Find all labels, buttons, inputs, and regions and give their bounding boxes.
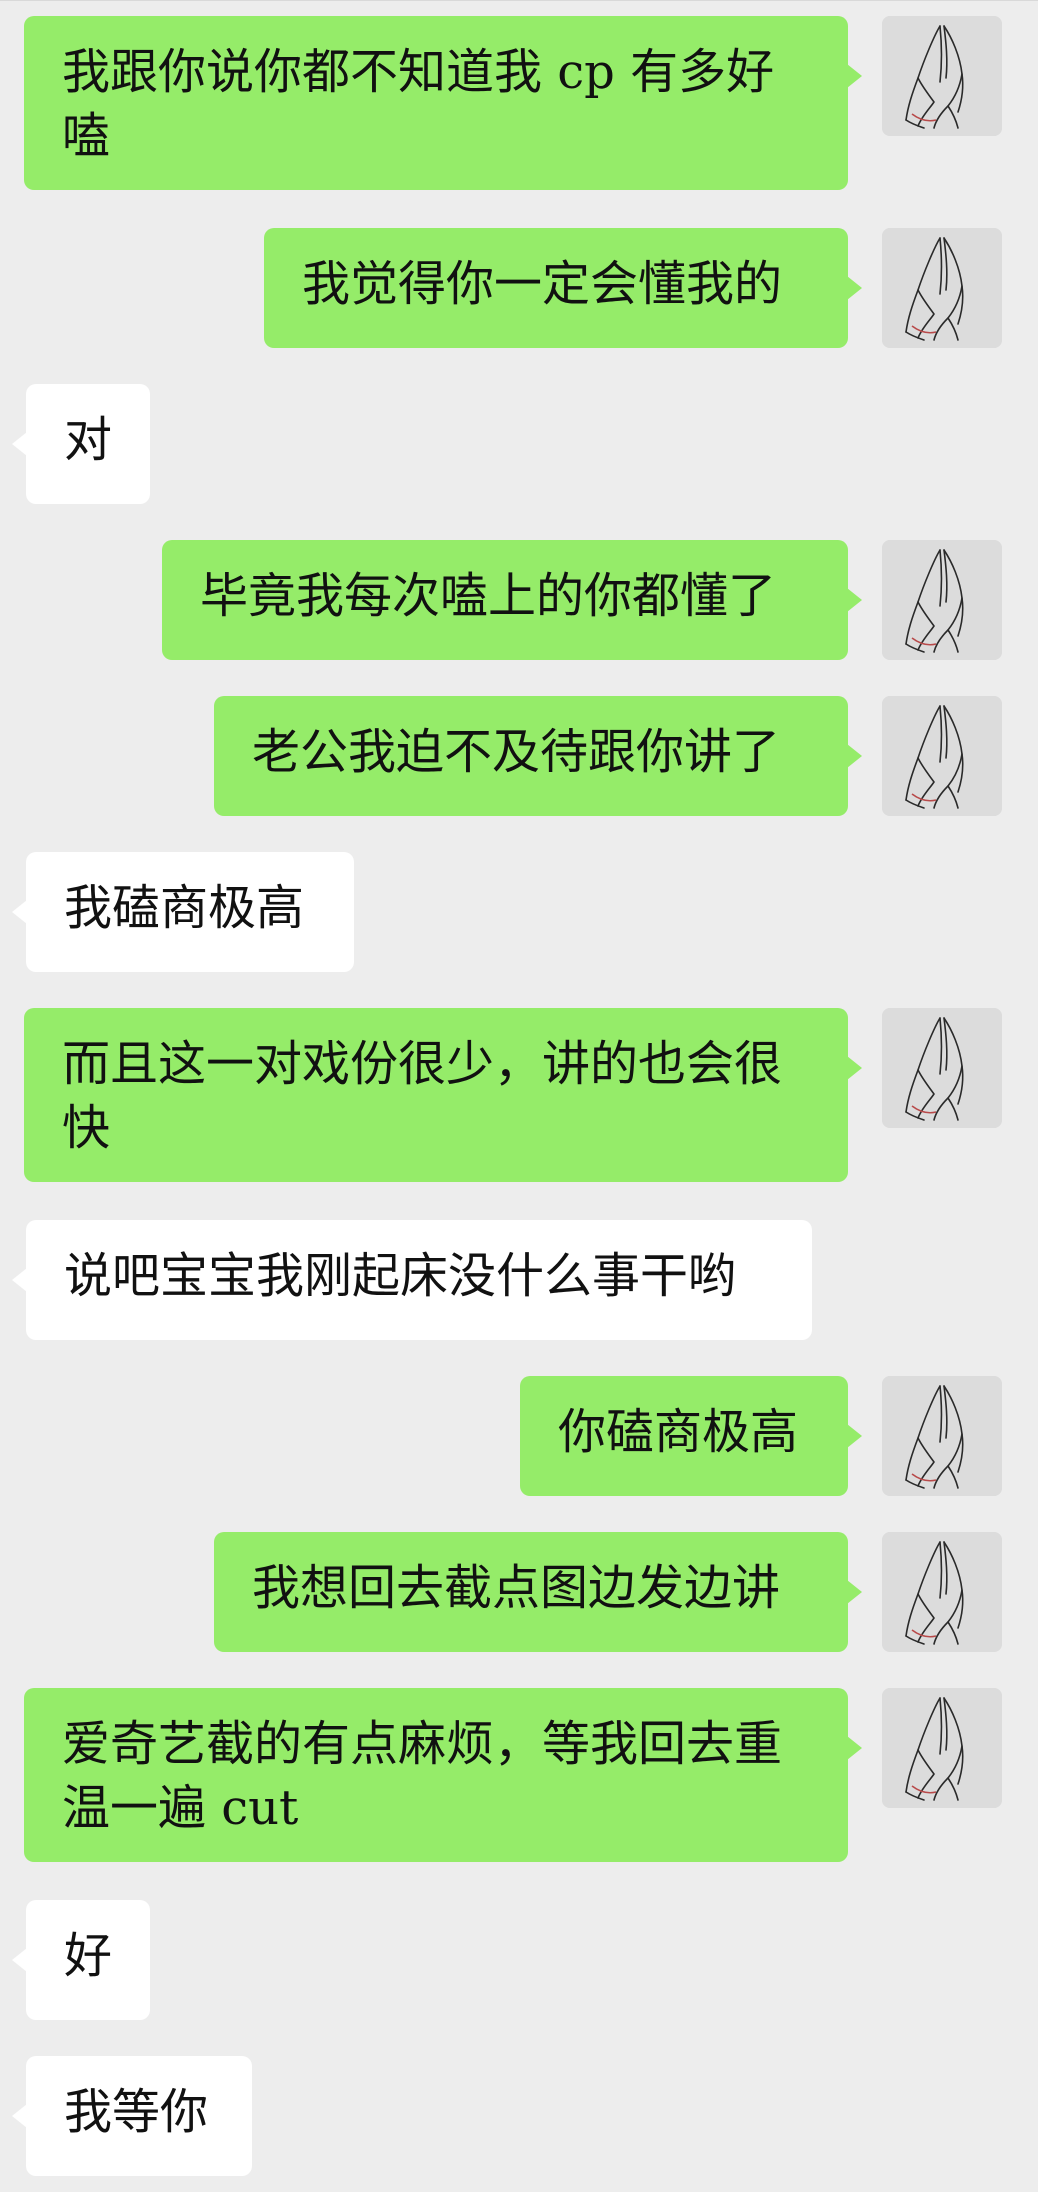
praying-hands-icon — [882, 1532, 1002, 1652]
bubble-tail — [847, 588, 862, 612]
self-avatar[interactable] — [882, 1688, 1002, 1808]
bubble-tail — [12, 1268, 27, 1292]
praying-hands-icon — [882, 1688, 1002, 1808]
praying-hands-icon — [882, 228, 1002, 348]
message-text-line: 我跟你说你都不知道我 cp 有多好 — [62, 44, 775, 100]
praying-hands-icon — [882, 16, 1002, 136]
outgoing-message-bubble[interactable]: 我跟你说你都不知道我 cp 有多好 嗑 — [24, 16, 862, 190]
bubble-tail — [12, 900, 27, 924]
self-avatar[interactable] — [882, 1532, 1002, 1652]
message-text-line: 温一遍 cut — [62, 1780, 299, 1836]
bubble-tail — [847, 64, 862, 88]
outgoing-message-bubble[interactable]: 你磕商极高 — [520, 1376, 862, 1496]
message-text-line: 你磕商极高 — [558, 1404, 799, 1460]
outgoing-message-bubble[interactable]: 老公我迫不及待跟你讲了 — [214, 696, 862, 816]
message-text-line: 爱奇艺截的有点麻烦，等我回去重 — [62, 1716, 783, 1772]
self-avatar[interactable] — [882, 1008, 1002, 1128]
praying-hands-icon — [882, 1376, 1002, 1496]
message-text-line: 快 — [62, 1100, 111, 1156]
message-text-line: 我磕商极高 — [64, 880, 305, 936]
self-avatar[interactable] — [882, 16, 1002, 136]
bubble-tail — [847, 1056, 862, 1080]
self-avatar[interactable] — [882, 228, 1002, 348]
outgoing-message-bubble[interactable]: 爱奇艺截的有点麻烦，等我回去重 温一遍 cut — [24, 1688, 862, 1862]
top-divider — [0, 0, 1038, 1]
praying-hands-icon — [882, 540, 1002, 660]
incoming-message-bubble[interactable]: 对 — [12, 384, 150, 504]
incoming-message-bubble[interactable]: 我等你 — [12, 2056, 252, 2176]
self-avatar[interactable] — [882, 540, 1002, 660]
message-text-line: 对 — [64, 412, 113, 468]
bubble-tail — [847, 1736, 862, 1760]
message-text-line: 我等你 — [64, 2084, 209, 2140]
outgoing-message-bubble[interactable]: 而且这一对戏份很少，讲的也会很 快 — [24, 1008, 862, 1182]
bubble-tail — [847, 1424, 862, 1448]
message-text-line: 我觉得你一定会懂我的 — [302, 256, 783, 312]
bubble-tail — [12, 1948, 27, 1972]
message-text-line: 嗑 — [62, 108, 111, 164]
message-text-line: 说吧宝宝我刚起床没什么事干哟 — [64, 1248, 737, 1304]
bubble-tail — [847, 1580, 862, 1604]
bubble-tail — [847, 744, 862, 768]
incoming-message-bubble[interactable]: 我磕商极高 — [12, 852, 354, 972]
message-text-line: 而且这一对戏份很少，讲的也会很 — [62, 1036, 783, 1092]
bubble-tail — [847, 276, 862, 300]
message-text-line: 老公我迫不及待跟你讲了 — [252, 724, 781, 780]
outgoing-message-bubble[interactable]: 毕竟我每次嗑上的你都懂了 — [162, 540, 862, 660]
praying-hands-icon — [882, 696, 1002, 816]
praying-hands-icon — [882, 1008, 1002, 1128]
incoming-message-bubble[interactable]: 说吧宝宝我刚起床没什么事干哟 — [12, 1220, 812, 1340]
self-avatar[interactable] — [882, 696, 1002, 816]
bubble-tail — [12, 432, 27, 456]
outgoing-message-bubble[interactable]: 我想回去截点图边发边讲 — [214, 1532, 862, 1652]
incoming-message-bubble[interactable]: 好 — [12, 1900, 150, 2020]
message-text-line: 毕竟我每次嗑上的你都懂了 — [200, 568, 777, 624]
message-text-line: 我想回去截点图边发边讲 — [252, 1560, 781, 1616]
message-text-line: 好 — [64, 1928, 113, 1984]
bubble-tail — [12, 2104, 27, 2128]
outgoing-message-bubble[interactable]: 我觉得你一定会懂我的 — [264, 228, 862, 348]
self-avatar[interactable] — [882, 1376, 1002, 1496]
